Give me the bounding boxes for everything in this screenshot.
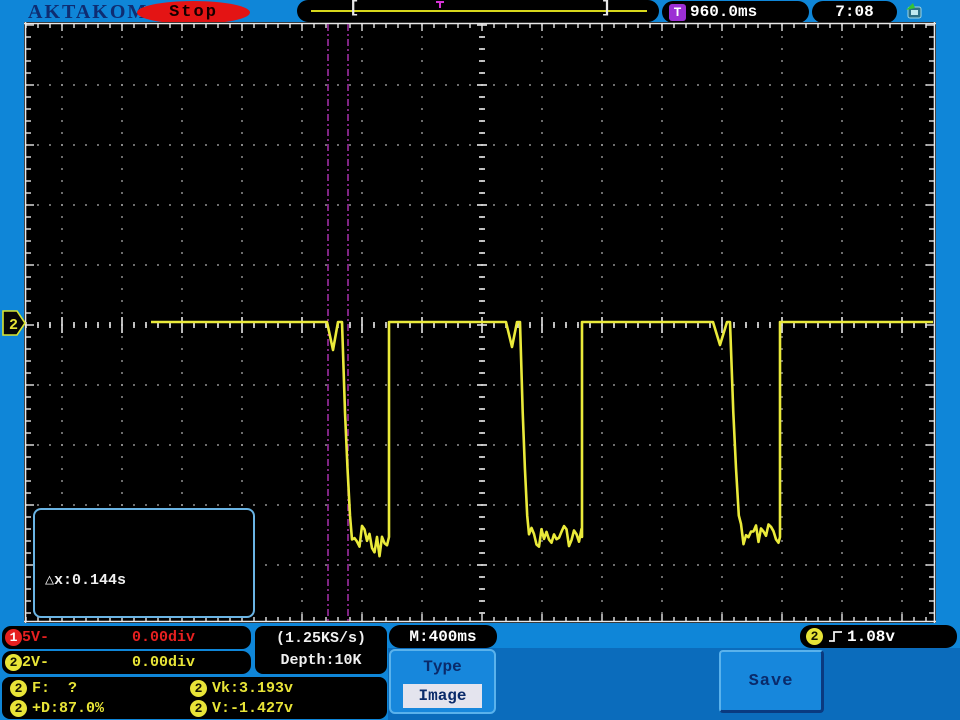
measurement-value: Vk:3.193v — [212, 680, 294, 697]
measurement-duty: 2 +D:87.0% — [10, 700, 104, 717]
ch2-trace — [151, 320, 933, 558]
memory-window-right-bracket: ] — [601, 0, 612, 18]
sample-rate: (1.25KS/s) — [275, 630, 366, 647]
memory-window-left-bracket: [ — [349, 0, 360, 18]
trigger-time-pill: T 960.0ms — [662, 1, 809, 23]
channel-2-marker-label: 2 — [9, 317, 18, 334]
channel-1-status: 1 5V- 0.00div — [2, 626, 251, 649]
channel-2-scale: 2V- — [22, 654, 50, 671]
timebase-value: M:400ms — [409, 627, 477, 646]
channel-2-status: 2 2V- 0.00div — [2, 651, 251, 674]
measurement-vk: 2 Vk:3.193v — [190, 680, 293, 697]
trigger-source-badge: 2 — [806, 628, 823, 645]
measurement-value: +D:87.0% — [32, 700, 105, 717]
save-button[interactable]: Save — [719, 650, 824, 713]
usb-storage-icon — [906, 3, 922, 19]
rising-edge-icon — [829, 631, 842, 642]
measurement-value: F: ? — [32, 680, 78, 697]
measurements-box: 2 F: ? 2 Vk:3.193v 2 +D:87.0% 2 V:-1.427… — [2, 677, 387, 719]
menu-option-image[interactable]: Image — [403, 684, 482, 708]
trigger-level-value: 1.08v — [847, 627, 896, 646]
measurement-value: V:-1.427v — [212, 700, 294, 717]
measurement-frequency: 2 F: ? — [10, 680, 77, 697]
memory-line — [311, 10, 647, 12]
measurement-badge: 2 — [190, 700, 207, 717]
trigger-time-icon: T — [669, 3, 686, 21]
measurement-badge: 2 — [190, 680, 207, 697]
memory-trigger-marker — [436, 1, 444, 8]
memory-position-bar: [ ] — [297, 0, 659, 22]
oscilloscope-screen: AKTAKOM Stop [ ] T 960.0ms 7:08 2 △x:0.1… — [0, 0, 960, 720]
channel-2-badge: 2 — [5, 654, 22, 671]
channel-2-position-marker[interactable]: 2 — [2, 310, 27, 337]
cursor-readout-box: △x:0.144s 1/△x:6.944HZ x1:64.00ms x2:-80… — [33, 508, 255, 667]
run-stop-indicator: Stop — [137, 1, 250, 24]
channel-1-badge: 1 — [5, 629, 22, 646]
measurement-badge: 2 — [10, 680, 27, 697]
type-menu: Type Image — [389, 649, 496, 714]
brand-label: AKTAKOM — [28, 1, 149, 23]
measurement-badge: 2 — [10, 700, 27, 717]
channel-2-offset: 0.00div — [132, 654, 196, 671]
cursor-dx: △x:0.144s — [45, 572, 127, 589]
timebase-pill: M:400ms — [389, 625, 497, 648]
channel-1-offset: 0.00div — [132, 629, 196, 646]
trigger-time-value: 960.0ms — [690, 3, 758, 21]
channel-1-scale: 5V- — [22, 629, 50, 646]
memory-depth: Depth:10K — [280, 652, 362, 669]
clock-value: 7:08 — [835, 3, 874, 21]
menu-title: Type — [423, 658, 462, 676]
acquisition-info-box: (1.25KS/s) Depth:10K — [255, 626, 387, 674]
clock-pill: 7:08 — [812, 1, 897, 23]
trigger-status-pill: 2 1.08v — [800, 625, 957, 648]
measurement-voltage: 2 V:-1.427v — [190, 700, 293, 717]
